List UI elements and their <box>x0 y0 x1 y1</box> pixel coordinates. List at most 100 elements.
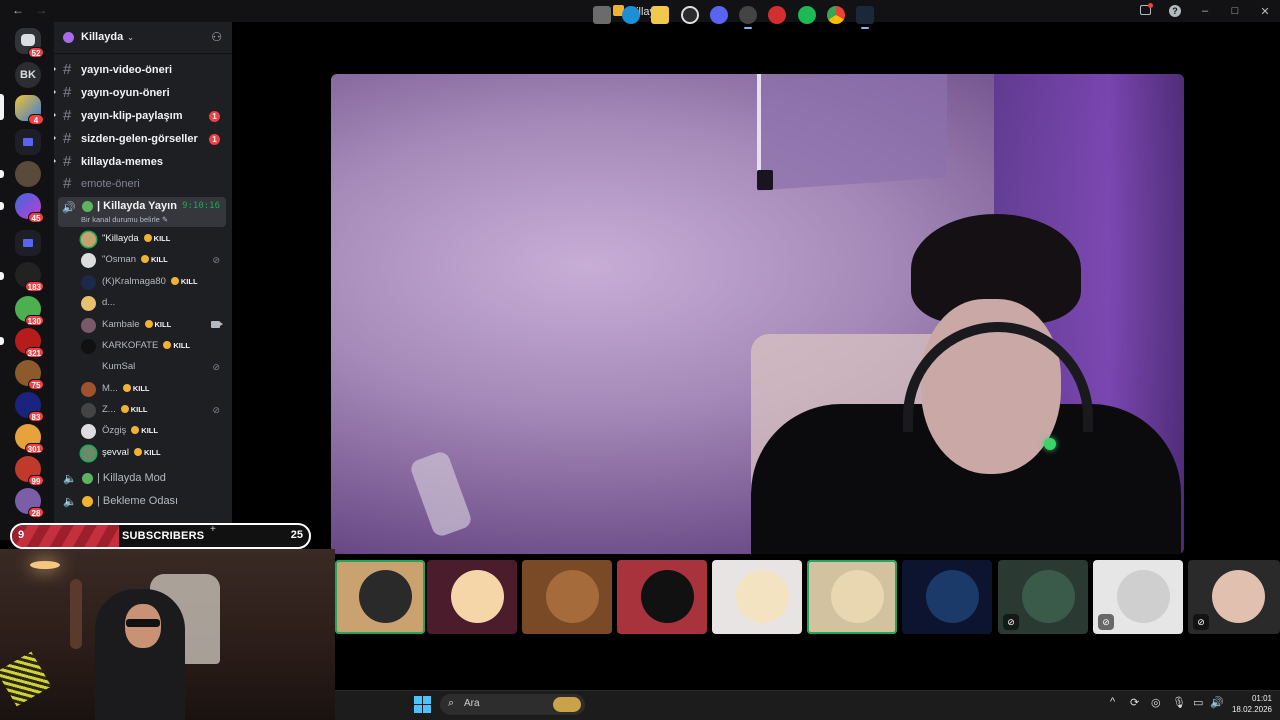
server-rail: 52 BK 4 45 183 130 321 75 83 301 99 28 <box>0 22 54 540</box>
discord-icon[interactable] <box>710 6 728 24</box>
server-5[interactable]: 130 <box>15 296 44 326</box>
server-killayda[interactable]: 4 <box>15 95 44 125</box>
voice-channel-killayda-yayin[interactable]: 🔊 | Killayda Yayın 9:10:16 Bir kanal dur… <box>58 197 226 227</box>
participant-tile[interactable] <box>902 560 992 634</box>
avatar <box>641 570 694 623</box>
avatar <box>359 570 412 623</box>
edge-icon[interactable] <box>622 6 640 24</box>
invite-people-icon[interactable]: ⚇ <box>211 30 222 44</box>
voice-user[interactable]: Özgiş KILL <box>54 421 232 442</box>
voice-channel-name: | Bekleme Odası <box>97 495 179 507</box>
participant-tile[interactable] <box>522 560 612 634</box>
server-folder-2[interactable] <box>15 230 41 256</box>
subscriber-progress-fill <box>12 525 119 547</box>
channel-yayin-video-oneri[interactable]: # yayın-video-öneri <box>54 60 232 80</box>
server-badge: 321 <box>24 347 44 358</box>
server-bk[interactable]: BK <box>15 62 41 88</box>
help-button[interactable]: ? <box>1160 5 1190 17</box>
participant-tile[interactable]: ⊘ <box>1188 560 1280 634</box>
avatar <box>81 403 96 418</box>
muted-mic-icon: ⊘ <box>1098 614 1114 630</box>
avatar <box>81 232 96 247</box>
avatar <box>81 296 96 311</box>
voice-user[interactable]: "Osman KILL ⊘ <box>54 250 232 271</box>
participant-tile[interactable]: ⊘ <box>1093 560 1183 634</box>
microphone-icon[interactable]: 🎙 <box>1172 696 1186 709</box>
settings-gear-icon[interactable] <box>681 6 699 24</box>
user-name-text: "Killayda <box>102 233 139 244</box>
close-button[interactable]: ✕ <box>1250 5 1280 18</box>
avatar <box>546 570 599 623</box>
user-name-text: Z... <box>102 404 116 415</box>
channel-yayin-oyun-oneri[interactable]: # yayın-oyun-öneri <box>54 83 232 103</box>
voice-user[interactable]: "Killayda KILL <box>54 229 232 250</box>
channel-status[interactable]: Bir kanal durumu belirle ✎ <box>81 215 168 224</box>
steam-tray-icon[interactable]: ◎ <box>1151 696 1161 709</box>
voice-user[interactable]: Z... KILL ⊘ <box>54 400 232 421</box>
voice-user[interactable]: M... KILL <box>54 379 232 400</box>
muted-mic-icon: ⊘ <box>212 362 220 372</box>
participant-tile[interactable]: ⊘ <box>998 560 1088 634</box>
server-badge: 99 <box>28 475 44 486</box>
voice-user[interactable]: Kambale KILL <box>54 315 232 336</box>
server-11[interactable]: 28 <box>15 488 44 518</box>
hash-icon: # <box>63 175 72 192</box>
voice-channel-bekleme-odasi[interactable]: 🔈 | Bekleme Odası <box>54 491 232 513</box>
channel-killayda-memes[interactable]: # killayda-memes <box>54 152 232 172</box>
tray-overflow-icon[interactable]: ^ <box>1110 696 1115 708</box>
guild-name[interactable]: Killayda ⌄ <box>81 31 134 43</box>
channel-emote-oneri[interactable]: # emote-öneri <box>54 174 232 194</box>
chrome-icon[interactable] <box>827 6 845 24</box>
taskbar-clock[interactable]: 01:01 18.02.2026 <box>1222 693 1272 715</box>
maximize-button[interactable]: □ <box>1220 5 1250 17</box>
unread-arrow-icon <box>54 88 56 96</box>
channel-yayin-klip-paylasim[interactable]: # yayın-klip-paylaşım 1 <box>54 106 232 126</box>
direct-messages-button[interactable]: 52 <box>15 28 44 58</box>
server-3[interactable]: 45 <box>15 193 44 223</box>
hash-icon: # <box>63 84 72 101</box>
voice-user[interactable]: şevval KILL <box>54 443 232 464</box>
participant-tile[interactable] <box>335 560 425 634</box>
network-icon[interactable]: ▭ <box>1193 696 1203 709</box>
hash-icon: # <box>63 130 72 147</box>
taskbar-search[interactable]: ⌕ Ara <box>440 694 585 715</box>
participant-tile[interactable] <box>712 560 802 634</box>
voice-user[interactable]: (K)Kralmaga80 KILL <box>54 272 232 293</box>
server-4[interactable]: 183 <box>15 262 44 292</box>
file-explorer-icon[interactable] <box>651 6 669 24</box>
alien-emoji-icon <box>82 201 93 212</box>
obs-icon[interactable] <box>739 6 757 29</box>
server-8[interactable]: 83 <box>15 392 44 422</box>
participant-tile[interactable] <box>427 560 517 634</box>
server-9[interactable]: 301 <box>15 424 44 454</box>
voice-channel-killayda-mod[interactable]: 🔈 | Killayda Mod <box>54 468 232 490</box>
voice-user[interactable]: KARKOFATE KILL <box>54 336 232 357</box>
participant-tile[interactable] <box>617 560 707 634</box>
server-7[interactable]: 75 <box>15 360 44 390</box>
inbox-button[interactable] <box>1130 2 1160 18</box>
channel-name: yayın-video-öneri <box>81 64 173 76</box>
task-view-icon[interactable] <box>593 6 611 24</box>
unread-indicator <box>0 272 4 280</box>
guild-header[interactable]: Killayda ⌄ ⚇ <box>54 22 232 54</box>
user-name: Z... KILL <box>102 404 147 415</box>
channel-sizden-gelen-gorseller[interactable]: # sizden-gelen-görseller 1 <box>54 129 232 149</box>
kill-tag: KILL <box>141 255 168 264</box>
rgb-keyboard <box>0 651 52 707</box>
opera-icon[interactable] <box>768 6 786 24</box>
channel-name: sizden-gelen-görseller <box>81 133 198 145</box>
focused-video[interactable] <box>331 74 1184 554</box>
minimize-button[interactable]: – <box>1190 5 1220 17</box>
voice-user[interactable]: d... <box>54 293 232 314</box>
spotify-icon[interactable] <box>798 6 816 24</box>
server-2[interactable] <box>15 161 41 187</box>
sync-icon[interactable]: ⟳ <box>1130 696 1139 709</box>
server-folder-1[interactable] <box>15 129 41 155</box>
bottle <box>408 449 474 539</box>
server-6[interactable]: 321 <box>15 328 44 358</box>
server-10[interactable]: 99 <box>15 456 44 486</box>
steam-icon[interactable] <box>856 6 874 29</box>
participant-tile[interactable] <box>807 560 897 634</box>
voice-user[interactable]: KumSal ⊘ <box>54 357 232 378</box>
windows-start-icon[interactable] <box>414 696 431 713</box>
